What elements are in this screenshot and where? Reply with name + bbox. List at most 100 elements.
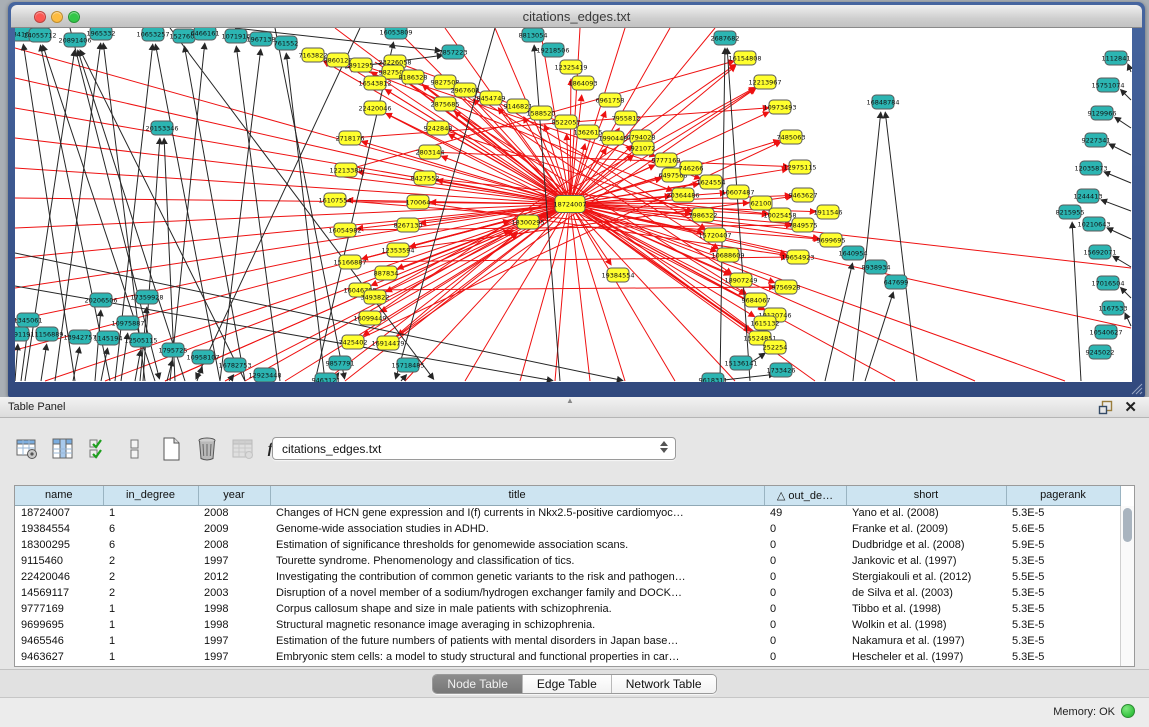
graph-node[interactable]: 9777169 [652, 153, 681, 167]
graph-node[interactable]: 8938934 [862, 260, 891, 274]
table-cell[interactable]: Franke et al. (2009) [846, 521, 1006, 537]
table-cell[interactable]: 2 [103, 569, 198, 585]
graph-edge[interactable] [720, 49, 725, 381]
network-table-select[interactable]: citations_edges.txt [272, 437, 676, 460]
graph-node[interactable]: 8186328 [399, 70, 428, 84]
splitter-handle[interactable]: ▲ [566, 396, 574, 405]
graph-node[interactable]: 10210643 [1077, 217, 1110, 231]
graph-node[interactable]: 15136141 [724, 356, 757, 370]
row-height-icon[interactable] [122, 436, 148, 462]
graph-edge[interactable] [865, 293, 893, 381]
graph-edge[interactable] [1115, 118, 1131, 128]
graph-node[interactable]: 887834 [374, 266, 399, 280]
graph-node[interactable]: 19384554 [601, 268, 634, 282]
select-columns-icon[interactable] [86, 436, 112, 462]
table-cell[interactable]: Yano et al. (2008) [846, 505, 1006, 521]
graph-node[interactable]: 2718176 [336, 131, 365, 145]
graph-node[interactable]: 647699 [884, 275, 909, 289]
table-cell[interactable]: 1997 [198, 633, 270, 649]
table-cell[interactable]: Genome-wide association studies in ADHD. [270, 521, 764, 537]
table-scrollbar[interactable] [1120, 506, 1134, 666]
graph-node[interactable]: 12213389 [329, 163, 362, 177]
table-cell[interactable]: 6 [103, 537, 198, 553]
column-header-year[interactable]: year [198, 486, 270, 505]
table-cell[interactable]: 5.5E-5 [1006, 569, 1120, 585]
graph-node[interactable]: 9618311 [699, 373, 728, 382]
graph-edge[interactable] [78, 51, 185, 381]
node-table-grid[interactable]: namein_degreeyeartitle△ out_de…shortpage… [14, 485, 1135, 667]
import-table-icon[interactable] [230, 436, 256, 462]
graph-node[interactable]: 2967608 [451, 83, 480, 97]
table-cell[interactable]: Dudbridge et al. (2008) [846, 537, 1006, 553]
graph-edge[interactable] [135, 351, 140, 381]
column-header-title[interactable]: title [270, 486, 764, 505]
column-header-out_de[interactable]: △ out_de… [764, 486, 846, 505]
table-cell[interactable]: Nakamura et al. (1997) [846, 633, 1006, 649]
table-cell[interactable]: 0 [764, 585, 846, 601]
graph-node[interactable]: 7485063 [777, 130, 806, 144]
table-cell[interactable]: 1 [103, 617, 198, 633]
graph-node[interactable]: 1795725 [159, 343, 188, 357]
table-row[interactable]: 1830029562008Estimation of significance … [15, 537, 1120, 553]
graph-node[interactable]: 15751074 [1091, 78, 1124, 92]
graph-edge[interactable] [220, 50, 261, 381]
graph-node[interactable]: 891295 [349, 58, 374, 72]
graph-edge[interactable] [15, 48, 570, 204]
graph-node[interactable]: 12923448 [248, 368, 281, 382]
graph-node[interactable]: 13942757 [63, 330, 96, 344]
graph-edge[interactable] [1108, 228, 1131, 239]
graph-node[interactable]: 16848784 [866, 95, 899, 109]
table-cell[interactable]: Disruption of a novel member of a sodium… [270, 585, 764, 601]
graph-node[interactable]: 746266 [679, 161, 704, 175]
graph-node[interactable]: 12975115 [783, 160, 816, 174]
graph-node[interactable]: 8522057 [552, 115, 581, 129]
graph-node[interactable]: 8813054 [519, 28, 548, 42]
graph-edge[interactable] [570, 204, 1131, 328]
graph-node[interactable]: 16154808 [728, 51, 761, 65]
graph-node[interactable]: 16053809 [379, 28, 412, 39]
graph-node[interactable]: 939119 [15, 327, 30, 341]
graph-node[interactable]: 170064 [406, 195, 431, 209]
table-cell[interactable]: 5.3E-5 [1006, 601, 1120, 617]
graph-edge[interactable] [41, 345, 47, 381]
graph-edge[interactable] [15, 204, 570, 228]
graph-edge[interactable] [1121, 90, 1131, 100]
close-icon[interactable]: ✕ [1124, 398, 1137, 416]
graph-node[interactable]: 9245022 [1086, 345, 1115, 359]
table-cell[interactable]: 0 [764, 537, 846, 553]
graph-edge[interactable] [885, 113, 917, 381]
graph-node[interactable]: 12325419 [554, 60, 587, 74]
graph-node[interactable]: 62100 [750, 196, 772, 210]
table-cell[interactable]: Changes of HCN gene expression and I(f) … [270, 505, 764, 521]
table-row[interactable]: 946554611997Estimation of the future num… [15, 633, 1120, 649]
graph-node[interactable]: 1145194 [94, 331, 123, 345]
graph-node[interactable]: 1624554 [697, 175, 726, 189]
table-cell[interactable]: 9777169 [15, 601, 103, 617]
table-row[interactable]: 977716911998Corpus callosum shape and si… [15, 601, 1120, 617]
graph-node[interactable]: 9463121 [312, 373, 341, 382]
table-cell[interactable]: Structural magnetic resonance image aver… [270, 617, 764, 633]
graph-edge[interactable] [286, 54, 325, 381]
table-cell[interactable]: 6 [103, 521, 198, 537]
table-row[interactable]: 1938455462009Genome-wide association stu… [15, 521, 1120, 537]
graph-node[interactable]: 1965332 [87, 28, 116, 40]
table-cell[interactable]: 1998 [198, 601, 270, 617]
show-columns-icon[interactable] [50, 436, 76, 462]
table-row[interactable]: 911546021997Tourette syndrome. Phenomeno… [15, 553, 1120, 569]
graph-node[interactable]: 7986322 [689, 208, 718, 222]
table-cell[interactable]: 18724007 [15, 505, 103, 521]
graph-edge[interactable] [170, 44, 205, 381]
graph-edge[interactable] [1114, 257, 1131, 267]
table-cell[interactable]: 0 [764, 649, 846, 665]
table-cell[interactable]: Tibbo et al. (1998) [846, 601, 1006, 617]
tab-network-table[interactable]: Network Table [612, 675, 716, 693]
graph-node[interactable]: 1615132 [751, 316, 780, 330]
tab-node-table[interactable]: Node Table [433, 675, 523, 693]
window-titlebar[interactable]: citations_edges.txt [11, 5, 1142, 28]
graph-node[interactable]: 9227341 [1082, 133, 1111, 147]
table-cell[interactable]: Estimation of significance thresholds fo… [270, 537, 764, 553]
table-cell[interactable]: 1997 [198, 649, 270, 665]
table-header-row[interactable]: namein_degreeyeartitle△ out_de…shortpage… [15, 486, 1120, 505]
table-cell[interactable]: 49 [764, 505, 846, 521]
graph-edge[interactable] [1105, 172, 1131, 183]
